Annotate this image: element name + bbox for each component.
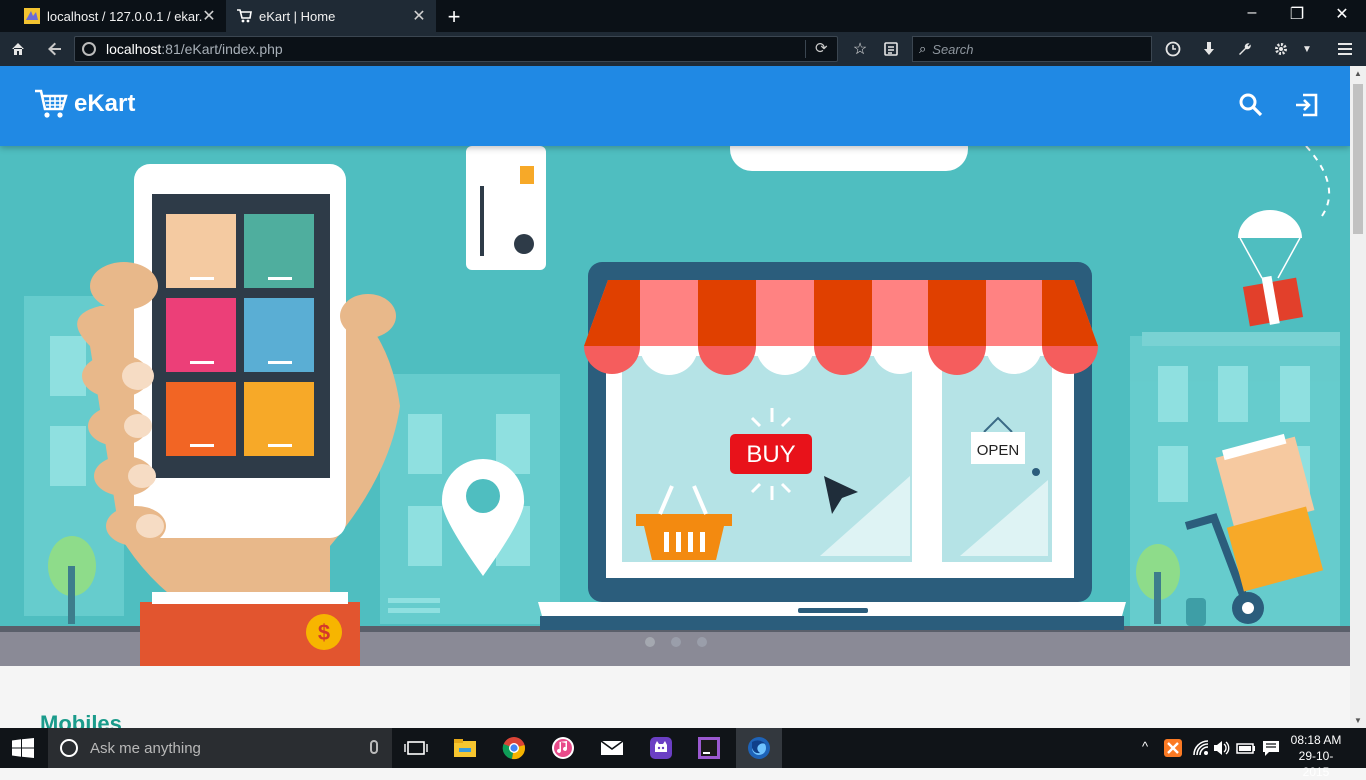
battery-icon[interactable] — [1236, 739, 1256, 757]
xampp-icon[interactable] — [1164, 739, 1182, 757]
chevron-up-icon[interactable]: ^ — [1142, 739, 1148, 754]
system-clock[interactable]: 08:18 AM 29-10-2015 — [1286, 732, 1346, 780]
reader-view-icon[interactable] — [880, 38, 902, 60]
volume-icon[interactable] — [1212, 739, 1230, 757]
microphone-icon[interactable] — [370, 740, 378, 754]
chevron-down-icon[interactable]: ▼ — [1296, 38, 1318, 60]
search-icon: ⌕ — [919, 41, 927, 56]
shopping-cart-icon — [35, 89, 68, 118]
mail-icon[interactable] — [600, 736, 624, 760]
bookmark-star-icon[interactable]: ☆ — [849, 38, 871, 60]
cortana-icon — [60, 739, 78, 757]
cortana-placeholder: Ask me anything — [90, 739, 201, 757]
home-icon[interactable] — [7, 38, 29, 60]
url-bar[interactable]: localhost:81/eKart/index.php ⟳ — [74, 36, 838, 62]
scrollbar-thumb[interactable] — [1353, 84, 1363, 234]
new-tab-button[interactable]: + — [444, 4, 464, 30]
open-sign-label: OPEN — [977, 442, 1020, 459]
scroll-down-arrow-icon[interactable]: ▼ — [1350, 716, 1366, 725]
windows-start-icon[interactable] — [12, 738, 34, 758]
download-arrow-icon[interactable] — [1198, 38, 1220, 60]
close-window-button[interactable]: ✕ — [1322, 4, 1362, 24]
tab-ekart-home[interactable]: eKart | Home ✕ — [226, 0, 436, 32]
clock-time: 08:18 AM — [1290, 733, 1342, 747]
back-arrow-icon[interactable] — [44, 38, 66, 60]
close-tab-icon[interactable]: ✕ — [412, 6, 426, 26]
reload-icon[interactable]: ⟳ — [815, 39, 828, 57]
buy-label: BUY — [746, 441, 795, 468]
minimize-button[interactable]: – — [1232, 4, 1272, 22]
web-page: eKart $ BUY OPEN Mobiles — [0, 66, 1350, 728]
cart-icon — [237, 9, 252, 23]
itunes-icon[interactable] — [551, 736, 575, 760]
gear-icon[interactable] — [1270, 38, 1292, 60]
restore-button[interactable]: ❐ — [1277, 4, 1317, 24]
phpstorm-icon[interactable] — [697, 736, 721, 760]
app-header: eKart — [0, 66, 1350, 146]
phpmyadmin-icon — [24, 8, 40, 24]
dollar-sign: $ — [318, 620, 330, 645]
url-divider — [805, 40, 806, 58]
action-center-icon[interactable] — [1262, 739, 1280, 757]
chrome-icon[interactable] — [502, 736, 526, 760]
firefox-developer-icon[interactable] — [747, 736, 771, 760]
tab-title: eKart | Home — [259, 8, 336, 24]
brand-logo[interactable]: eKart — [34, 88, 135, 120]
ecommerce-illustration: $ BUY OPEN — [0, 146, 1350, 666]
hero-banner: $ BUY OPEN — [0, 146, 1350, 666]
url-host: localhost — [106, 41, 162, 57]
wifi-icon[interactable] — [1192, 739, 1210, 757]
section-title-mobiles: Mobiles — [40, 711, 122, 728]
scroll-up-arrow-icon[interactable]: ▲ — [1350, 69, 1366, 78]
close-tab-icon[interactable]: ✕ — [202, 6, 216, 26]
browser-navbar: localhost:81/eKart/index.php ⟳ ☆ ⌕ Searc… — [0, 32, 1366, 66]
brand-name: eKart — [74, 90, 136, 117]
browser-tab-strip: localhost / 127.0.0.1 / ekar... ✕ eKart … — [0, 0, 1366, 32]
clock-date: 29-10-2015 — [1298, 749, 1334, 779]
search-icon[interactable] — [1238, 92, 1264, 118]
search-placeholder: Search — [932, 41, 974, 57]
file-explorer-icon[interactable] — [453, 736, 477, 760]
url-path: :81/eKart/index.php — [161, 41, 283, 57]
page-scrollbar[interactable]: ▲ ▼ — [1350, 66, 1366, 728]
cortana-search-box[interactable]: Ask me anything — [48, 728, 392, 768]
tab-phpmyadmin[interactable]: localhost / 127.0.0.1 / ekar... ✕ — [14, 0, 226, 32]
cat-app-icon[interactable] — [649, 736, 673, 760]
browser-search-field[interactable]: ⌕ Search — [912, 36, 1152, 62]
history-clock-icon[interactable] — [1162, 38, 1184, 60]
windows-taskbar: Ask me anything ^ 08:18 AM 29-10-2015 — [0, 728, 1366, 779]
task-view-icon[interactable] — [404, 736, 428, 760]
hamburger-menu-icon[interactable] — [1334, 38, 1356, 60]
globe-icon — [82, 42, 96, 56]
login-icon[interactable] — [1294, 92, 1320, 118]
tab-title: localhost / 127.0.0.1 / ekar... — [47, 8, 202, 24]
wrench-icon[interactable] — [1234, 38, 1256, 60]
